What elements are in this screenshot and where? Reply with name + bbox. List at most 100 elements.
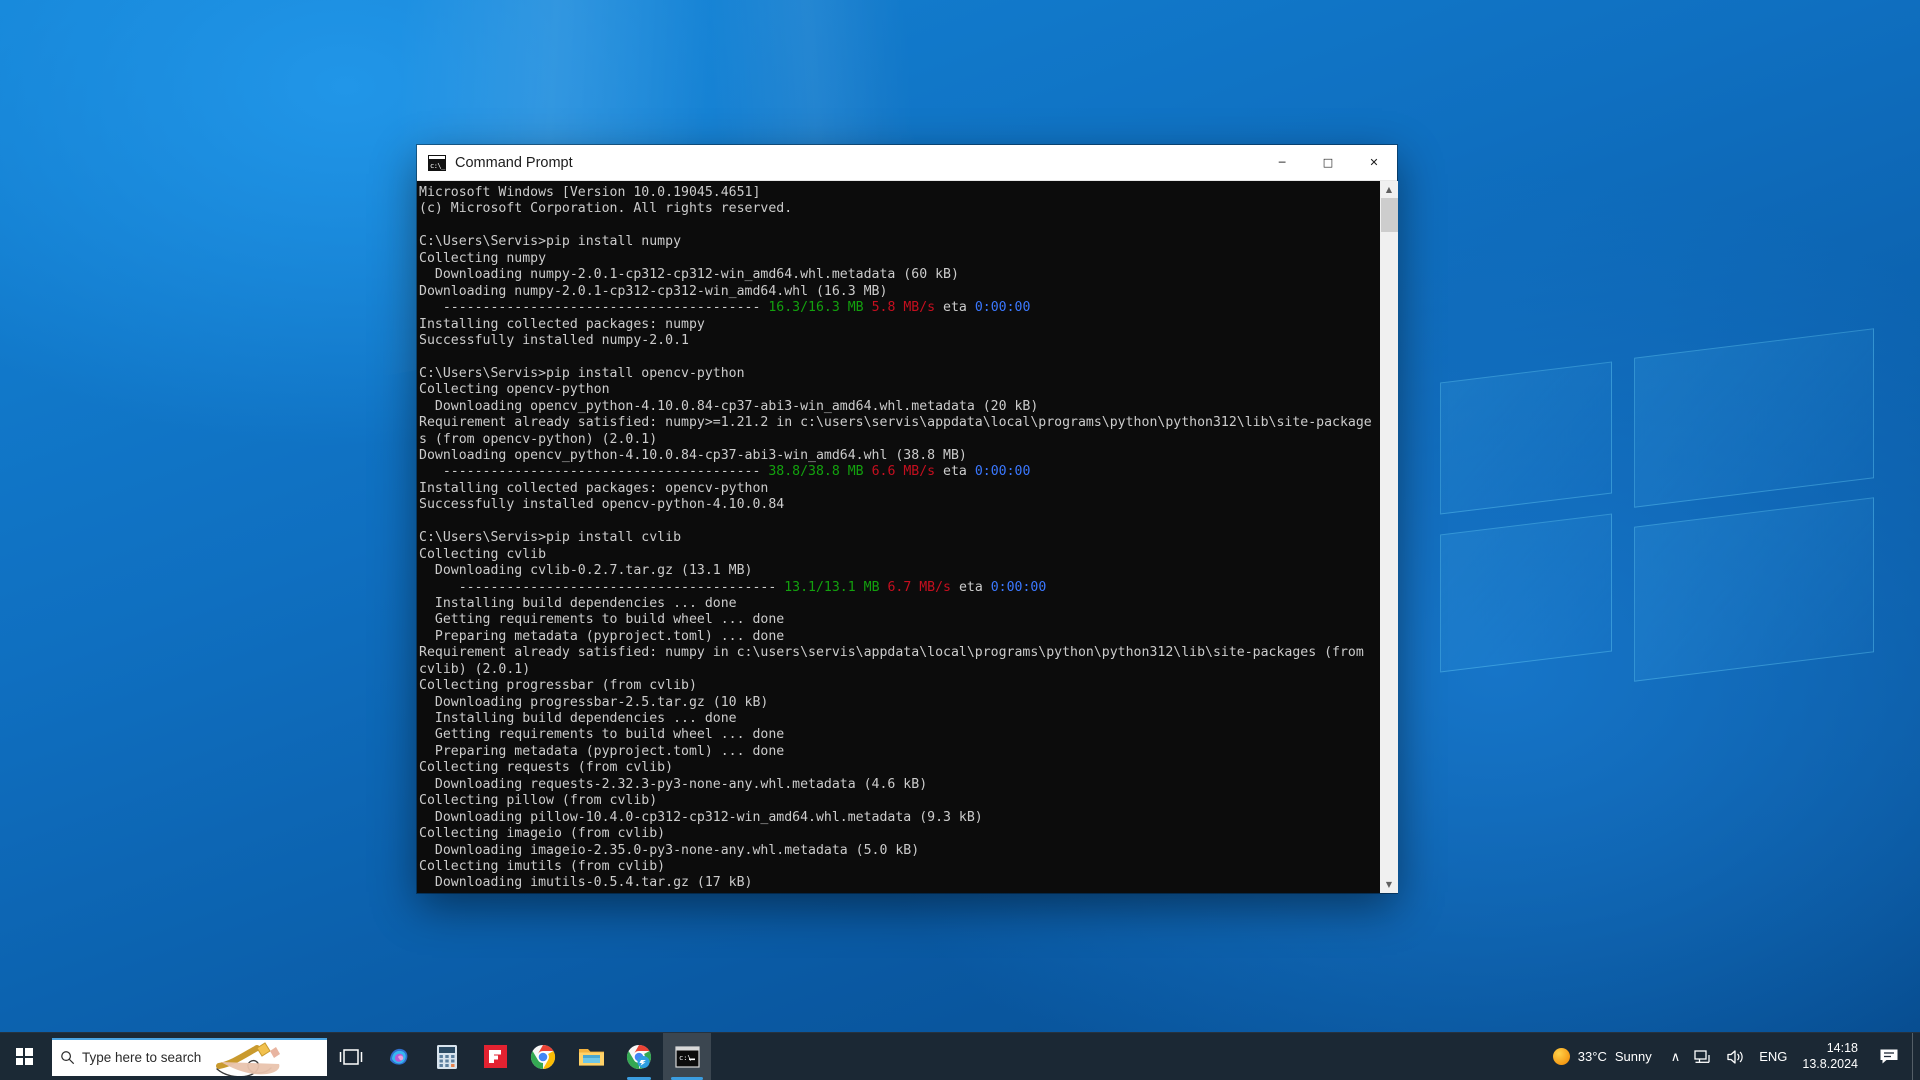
system-tray[interactable]: 33°C Sunny ∧ ENG 14:18 13.8.2024 [1539, 1032, 1920, 1080]
start-button[interactable] [0, 1033, 48, 1080]
flipboard-icon [483, 1045, 507, 1068]
sidebar-item-task-view[interactable] [327, 1033, 375, 1080]
window-titlebar[interactable]: Command Prompt ─ □ ✕ [417, 145, 1397, 181]
console-line: Downloading opencv_python-4.10.0.84-cp37… [419, 399, 1380, 415]
console-text: Downloading requests-2.32.3-py3-none-any… [419, 776, 928, 792]
console-line: ----------------------------------------… [419, 464, 1380, 480]
console-line: ----------------------------------------… [419, 300, 1380, 316]
console-area[interactable]: Microsoft Windows [Version 10.0.19045.46… [417, 181, 1398, 893]
search-input[interactable]: Type here to search [82, 1050, 201, 1065]
search-box[interactable]: Type here to search [52, 1037, 327, 1076]
window-title: Command Prompt [455, 154, 573, 171]
scrollbar-track[interactable] [1380, 198, 1398, 876]
console-line: Downloading requests-2.32.3-py3-none-any… [419, 777, 1380, 793]
command-prompt-window[interactable]: Command Prompt ─ □ ✕ Microsoft Windows [… [417, 145, 1398, 893]
console-text: (c) Microsoft Corporation. All rights re… [419, 201, 793, 217]
console-line: Installing collected packages: numpy [419, 317, 1380, 333]
console-text: Collecting progressbar (from cvlib) [419, 678, 697, 694]
console-line: Installing collected packages: opencv-py… [419, 481, 1380, 497]
console-text: s (from opencv-python) (2.0.1) [419, 431, 658, 447]
console-text: Preparing metadata (pyproject.toml) ... … [419, 743, 785, 759]
console-line: Downloading numpy-2.0.1-cp312-cp312-win_… [419, 284, 1380, 300]
svg-text:c:\: c:\ [679, 1054, 692, 1062]
weather-widget[interactable]: 33°C Sunny [1539, 1033, 1664, 1080]
cmd-taskbar-icon: c:\ [674, 1045, 700, 1068]
console-scrollbar[interactable]: ▲ ▼ [1380, 181, 1398, 893]
console-line: Collecting requests (from cvlib) [419, 760, 1380, 776]
console-text: Requirement already satisfied: numpy in … [419, 645, 1364, 661]
language-button[interactable]: ENG [1752, 1033, 1794, 1080]
clock-time: 14:18 [1826, 1040, 1858, 1055]
speaker-icon [1727, 1049, 1743, 1064]
chrome-beta-icon [626, 1044, 652, 1069]
console-line: Collecting imageio (from cvlib) [419, 826, 1380, 842]
console-text: Collecting numpy [419, 250, 547, 266]
console-line: Getting requirements to build wheel ... … [419, 612, 1380, 628]
console-text: Installing collected packages: opencv-py… [419, 480, 769, 496]
sidebar-item-command-prompt[interactable]: c:\ [663, 1032, 711, 1080]
close-button[interactable]: ✕ [1351, 145, 1397, 180]
console-output[interactable]: Microsoft Windows [Version 10.0.19045.46… [417, 181, 1380, 893]
volume-button[interactable] [1719, 1033, 1752, 1080]
sidebar-item-flipboard[interactable] [471, 1033, 519, 1080]
console-line: C:\Users\Servis>pip install cvlib [419, 530, 1380, 546]
console-text: eta [951, 579, 991, 595]
scrollbar-thumb[interactable] [1380, 198, 1398, 232]
copilot-icon [390, 1048, 408, 1065]
maximize-button[interactable]: □ [1305, 145, 1351, 180]
console-text: Getting requirements to build wheel ... … [419, 727, 785, 743]
sidebar-item-chrome-beta[interactable] [615, 1033, 663, 1080]
console-text: Downloading opencv_python-4.10.0.84-cp37… [419, 398, 1039, 414]
sidebar-item-copilot[interactable] [375, 1033, 423, 1080]
network-button[interactable] [1687, 1033, 1719, 1080]
show-desktop-button[interactable] [1912, 1032, 1920, 1080]
action-center-button[interactable] [1870, 1033, 1912, 1080]
console-line: Requirement already satisfied: numpy>=1.… [419, 415, 1380, 431]
console-text: Downloading numpy-2.0.1-cp312-cp312-win_… [419, 267, 959, 283]
console-text: 6.7 MB/s [887, 579, 951, 595]
console-text: Successfully installed opencv-python-4.1… [419, 497, 785, 513]
console-text: Preparing metadata (pyproject.toml) ... … [419, 628, 785, 644]
weather-condition: Sunny [1614, 1049, 1652, 1064]
search-doodle-icon [216, 1041, 280, 1076]
scroll-up-icon[interactable]: ▲ [1380, 181, 1398, 198]
console-text: C:\Users\Servis>pip install opencv-pytho… [419, 365, 745, 381]
console-line: Successfully installed numpy-2.0.1 [419, 333, 1380, 349]
console-line: Collecting pillow (from cvlib) [419, 793, 1380, 809]
console-line: Successfully installed opencv-python-4.1… [419, 497, 1380, 513]
windows-logo-icon [15, 1048, 33, 1065]
minimize-button[interactable]: ─ [1259, 145, 1305, 180]
sidebar-item-chrome[interactable] [519, 1033, 567, 1080]
console-text: Downloading imutils-0.5.4.tar.gz (17 kB) [419, 875, 753, 891]
weather-temperature: 33°C [1577, 1049, 1607, 1064]
sidebar-item-calculator[interactable] [423, 1033, 471, 1080]
console-text: Collecting opencv-python [419, 382, 610, 398]
sidebar-item-file-explorer[interactable] [567, 1033, 615, 1080]
chrome-icon [530, 1044, 556, 1069]
console-line: Installing build dependencies ... done [419, 892, 1380, 893]
console-text: Downloading pillow-10.4.0-cp312-cp312-wi… [419, 809, 983, 825]
console-text: C:\Users\Servis>pip install numpy [419, 234, 682, 250]
console-text: ---------------------------------------- [419, 300, 769, 316]
console-text: 0:00:00 [990, 579, 1047, 595]
console-text: Downloading opencv_python-4.10.0.84-cp37… [419, 448, 967, 463]
console-text: Successfully installed numpy-2.0.1 [419, 332, 689, 348]
console-line: s (from opencv-python) (2.0.1) [419, 432, 1380, 448]
taskbar[interactable]: Type here to search c:\ 33°C Sunny ∧ ENG… [0, 1032, 1920, 1080]
language-label: ENG [1759, 1049, 1788, 1064]
clock-button[interactable]: 14:18 13.8.2024 [1794, 1033, 1870, 1080]
console-line: Downloading numpy-2.0.1-cp312-cp312-win_… [419, 267, 1380, 283]
console-text: Downloading progressbar-2.5.tar.gz (10 k… [419, 694, 769, 710]
console-text: C:\Users\Servis>pip install cvlib [419, 530, 682, 546]
minimize-icon: ─ [1278, 156, 1286, 169]
console-line: Collecting progressbar (from cvlib) [419, 678, 1380, 694]
console-line: Installing build dependencies ... done [419, 596, 1380, 612]
sun-icon [1552, 1048, 1570, 1065]
console-text: 16.3/16.3 MB [768, 300, 864, 316]
show-hidden-icons-button[interactable]: ∧ [1664, 1033, 1688, 1080]
cmd-icon [428, 154, 446, 171]
scroll-down-icon[interactable]: ▼ [1380, 876, 1398, 893]
console-text: Downloading imageio-2.35.0-py3-none-any.… [419, 842, 920, 858]
